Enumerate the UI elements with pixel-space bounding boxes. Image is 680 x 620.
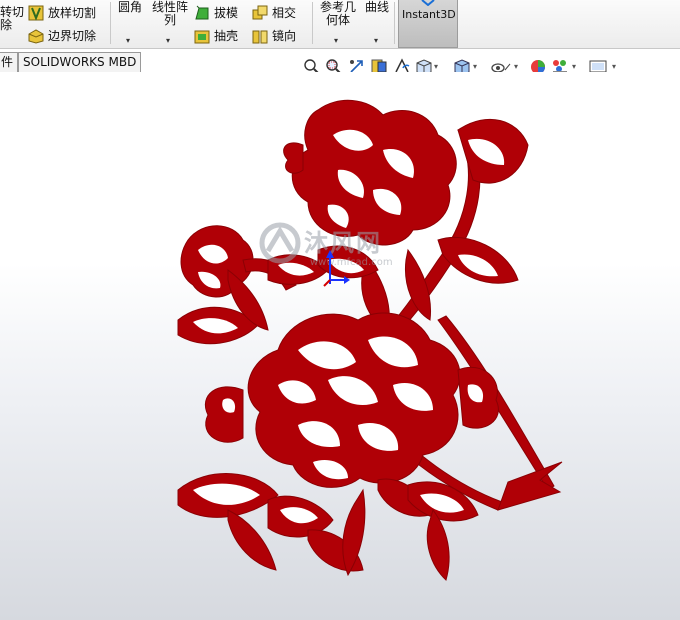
curves-label: 曲线 bbox=[364, 0, 389, 14]
ribbon-separator bbox=[312, 2, 313, 44]
draft-button[interactable]: 拔模 bbox=[194, 4, 238, 21]
intersect-icon bbox=[252, 5, 268, 19]
mirror-button[interactable]: 镜向 bbox=[252, 27, 296, 44]
papercut-peony-model[interactable] bbox=[168, 90, 568, 590]
ribbon-separator bbox=[394, 2, 395, 44]
revolved-cut-label-2: 除 bbox=[0, 18, 13, 32]
view-orientation-dropdown-icon[interactable]: ▾ bbox=[434, 62, 438, 71]
tab-label: SOLIDWORKS MBD bbox=[23, 55, 137, 69]
intersect-button[interactable]: 相交 bbox=[252, 4, 296, 21]
lofted-cut-icon bbox=[28, 5, 44, 21]
hide-show-items-dropdown-icon[interactable]: ▾ bbox=[514, 62, 518, 71]
fillet-button[interactable]: 圆角 bbox=[117, 1, 143, 14]
apply-scene-dropdown-icon[interactable]: ▾ bbox=[572, 62, 576, 71]
mirror-label: 镜向 bbox=[272, 29, 297, 43]
tab-label: 件 bbox=[1, 55, 14, 69]
boundary-cut-label: 边界切除 bbox=[48, 29, 97, 43]
ribbon-separator bbox=[110, 2, 111, 44]
curves-dropdown-icon[interactable]: ▾ bbox=[374, 36, 378, 45]
draft-icon bbox=[195, 5, 209, 19]
reference-geometry-dropdown-icon[interactable]: ▾ bbox=[334, 36, 338, 45]
linear-pattern-button[interactable]: 线性阵 列 bbox=[150, 1, 190, 27]
reference-geometry-label-2: 何体 bbox=[325, 13, 350, 27]
revolved-cut-button[interactable]: 转切 除 bbox=[0, 6, 24, 32]
tab-features[interactable]: 件 bbox=[0, 52, 19, 72]
instant3d-icon bbox=[421, 0, 435, 6]
instant3d-button[interactable]: Instant3D bbox=[398, 0, 458, 48]
lofted-cut-button[interactable]: 放样切割 bbox=[28, 4, 96, 21]
lofted-cut-label: 放样切割 bbox=[48, 6, 97, 20]
origin-triad-icon bbox=[323, 250, 350, 287]
shell-icon bbox=[194, 30, 210, 43]
tab-solidworks-mbd[interactable]: SOLIDWORKS MBD bbox=[18, 52, 142, 72]
boundary-cut-icon bbox=[28, 28, 44, 44]
fillet-label: 圆角 bbox=[117, 0, 142, 14]
reference-geometry-button[interactable]: 参考几 何体 bbox=[318, 1, 358, 27]
fillet-dropdown-icon[interactable]: ▾ bbox=[126, 36, 130, 45]
curves-button[interactable]: 曲线 bbox=[362, 1, 392, 14]
intersect-label: 相交 bbox=[272, 6, 297, 20]
linear-pattern-dropdown-icon[interactable]: ▾ bbox=[166, 36, 170, 45]
watermark-logo-icon bbox=[259, 222, 301, 264]
linear-pattern-label-2: 列 bbox=[163, 13, 176, 27]
instant3d-label: Instant3D bbox=[402, 8, 456, 21]
shell-button[interactable]: 抽壳 bbox=[194, 27, 238, 44]
view-settings-dropdown-icon[interactable]: ▾ bbox=[612, 62, 616, 71]
draft-label: 拔模 bbox=[214, 6, 239, 20]
mirror-icon bbox=[252, 30, 268, 43]
command-manager-ribbon: 转切 除 放样切割 边界切除 圆角 ▾ 线性阵 列 ▾ 拔模 抽壳 相交 镜向 … bbox=[0, 0, 680, 49]
command-manager-tabs: 件 SOLIDWORKS MBD bbox=[0, 52, 300, 72]
shell-label: 抽壳 bbox=[214, 29, 239, 43]
display-style-dropdown-icon[interactable]: ▾ bbox=[473, 62, 477, 71]
boundary-cut-button[interactable]: 边界切除 bbox=[28, 27, 96, 44]
